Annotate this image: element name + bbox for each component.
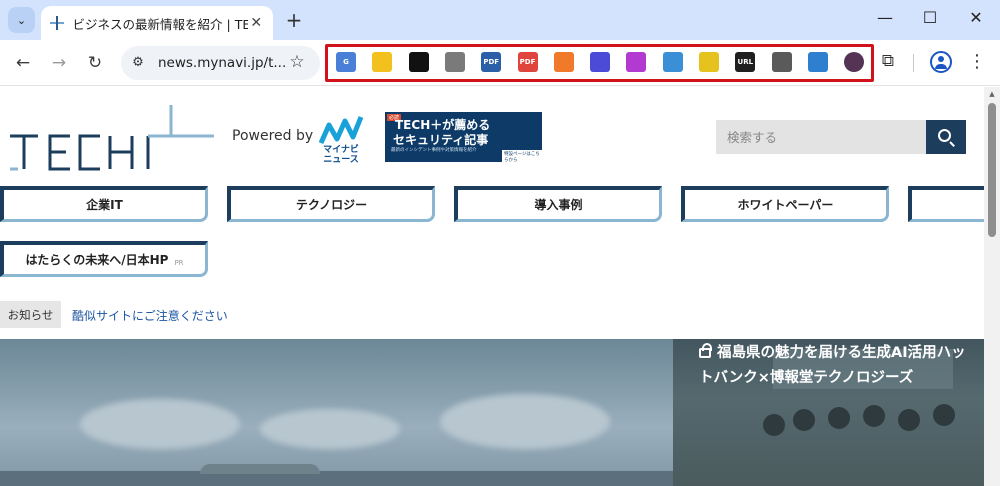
highlighter-icon[interactable] [771, 52, 792, 72]
forward-arrow-icon[interactable]: → [47, 51, 71, 75]
nav-item-label: テクノロジー [295, 198, 368, 212]
security-banner-ad[interactable]: 必読 TECH＋が薦める セキュリティ記事 最新のインシデント事例や対策情報を紹… [385, 112, 542, 162]
search-icon [938, 129, 951, 142]
maximize-icon[interactable]: ☐ [918, 8, 942, 27]
pdf-red-icon[interactable]: PDF [517, 52, 538, 72]
toolbar-divider [913, 54, 914, 72]
banner-small-text: 最新のインシデント事例や対策情報を紹介 [391, 148, 477, 153]
minimize-icon[interactable]: — [873, 8, 897, 27]
camera-icon[interactable] [444, 52, 465, 72]
scroll-up-icon[interactable]: ▲ [988, 90, 996, 98]
hero-image-left[interactable] [0, 339, 673, 486]
address-bar[interactable]: ⚙ news.mynavi.jp/t... ☆ [121, 46, 320, 80]
notice-label: お知らせ [0, 301, 61, 328]
search-button[interactable] [926, 120, 966, 154]
nav-item-enterprise-it[interactable]: 企業IT [0, 186, 208, 222]
web-page: Powered by マイナビ ニュース 必読 TECH＋が薦める セキュリティ… [0, 87, 984, 486]
nav-item-technology[interactable]: テクノロジー [227, 186, 435, 222]
megaphone-icon[interactable] [553, 52, 574, 72]
powered-by-text: Powered by [232, 128, 314, 144]
nav-item-hp-pr[interactable]: はたらくの未来へ/日本HP PR [0, 241, 208, 277]
back-arrow-icon[interactable]: ← [11, 51, 35, 75]
banner-line2: セキュリティ記事 [393, 133, 489, 147]
hero-title-line2: トバンク×博報堂テクノロジーズ [699, 370, 914, 386]
nav-item-truncated[interactable] [908, 186, 984, 222]
new-tab-button[interactable]: + [284, 8, 304, 32]
browser-toolbar: ← → ↻ ⚙ news.mynavi.jp/t... ☆ G PDF PDF URL… [0, 40, 1000, 86]
lightbulb-icon[interactable] [372, 52, 393, 72]
pr-badge: PR [174, 258, 184, 267]
url-text[interactable]: news.mynavi.jp/t... [158, 55, 286, 71]
google-translate-icon[interactable]: G [336, 52, 356, 72]
mynavi-logo-text: マイナビ ニュース [323, 145, 359, 165]
yellow-lens-icon[interactable] [699, 52, 719, 72]
bookmark-star-icon[interactable]: ☆ [287, 52, 307, 72]
audio-wave-icon[interactable] [590, 52, 611, 72]
lock-icon [699, 343, 712, 358]
site-settings-icon[interactable]: ⚙ [129, 55, 147, 71]
tab-close-icon[interactable]: ✕ [248, 15, 266, 31]
scrollbar-thumb[interactable] [988, 103, 996, 237]
tab-title: ビジネスの最新情報を紹介 | TECH+ [72, 16, 248, 32]
page-scrollbar[interactable]: ▲ [984, 87, 1000, 486]
close-window-icon[interactable]: ✕ [964, 8, 988, 27]
nav-item-whitepaper[interactable]: ホワイトペーパー [681, 186, 889, 222]
nav-item-label: はたらくの未来へ/日本HP [25, 253, 169, 267]
phone-icon[interactable] [662, 52, 683, 72]
qr-square-icon[interactable] [408, 52, 429, 72]
hero-article-title[interactable]: 福島県の魅力を届ける生成AI活用ハッ トバンク×博報堂テクノロジーズ [699, 341, 999, 391]
download-icon[interactable] [626, 52, 647, 72]
nav-item-label: 導入事例 [534, 198, 583, 212]
search-input[interactable] [716, 120, 926, 154]
nav-item-case-studies[interactable]: 導入事例 [454, 186, 662, 222]
marker-icon[interactable] [807, 52, 828, 72]
pdf-icon[interactable]: PDF [481, 52, 502, 72]
banner-cta: 特設ページはこちらから [502, 150, 542, 162]
nav-item-label: ホワイトペーパー [737, 198, 834, 212]
title-bar: ⌄ ビジネスの最新情報を紹介 | TECH+ ✕ + — ☐ ✕ [0, 0, 1000, 40]
chevron-down-icon: ⌄ [16, 13, 27, 27]
hero-title-line1: 福島県の魅力を届ける生成AI活用ハッ [717, 345, 966, 361]
profile-avatar-icon[interactable] [930, 51, 952, 73]
reload-icon[interactable]: ↻ [83, 51, 107, 75]
url-icon[interactable]: URL [735, 52, 756, 72]
tech-plus-logo[interactable] [8, 103, 216, 171]
tech-plus-favicon-icon [49, 15, 65, 31]
notice-link[interactable]: 酷似サイトにご注意ください [72, 307, 228, 324]
tab-search-button[interactable]: ⌄ [8, 7, 35, 33]
nav-item-label: 企業IT [86, 198, 123, 212]
extensions-puzzle-icon[interactable]: ⧉ [877, 51, 899, 71]
menu-kebab-icon[interactable]: ⋮ [967, 51, 987, 72]
search-box [716, 120, 926, 154]
active-tab[interactable]: ビジネスの最新情報を紹介 | TECH+ ✕ [41, 6, 273, 40]
